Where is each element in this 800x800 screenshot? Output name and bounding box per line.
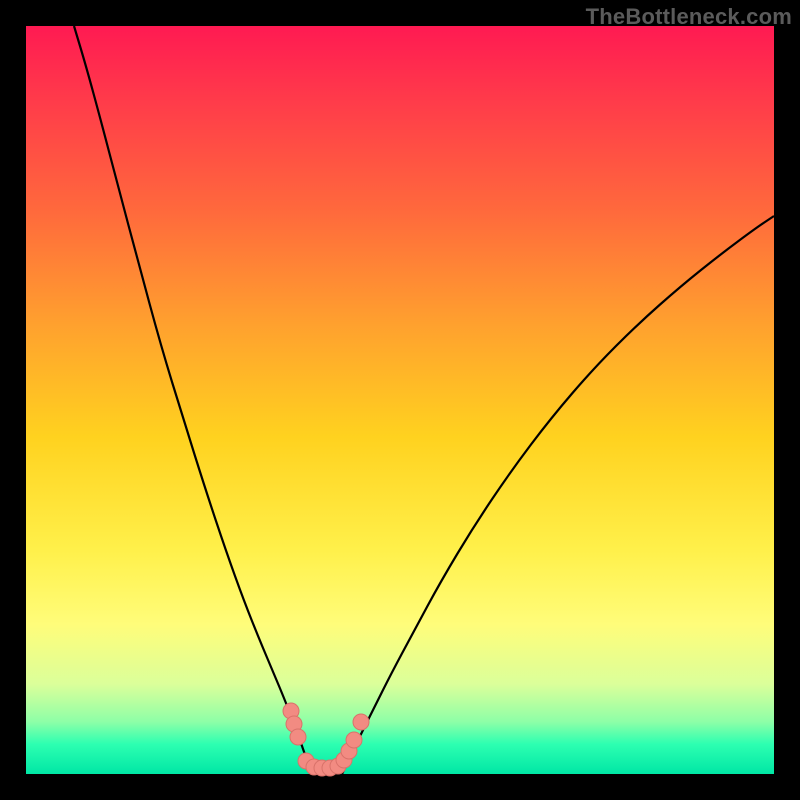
left-curve [74,26,314,774]
data-dot [346,732,362,748]
data-dot [353,714,369,730]
bottom-dot-group [283,703,369,776]
chart-frame: TheBottleneck.com [0,0,800,800]
watermark-text: TheBottleneck.com [586,4,792,30]
chart-overlay-svg [26,26,774,774]
right-curve [342,216,774,774]
data-dot [290,729,306,745]
